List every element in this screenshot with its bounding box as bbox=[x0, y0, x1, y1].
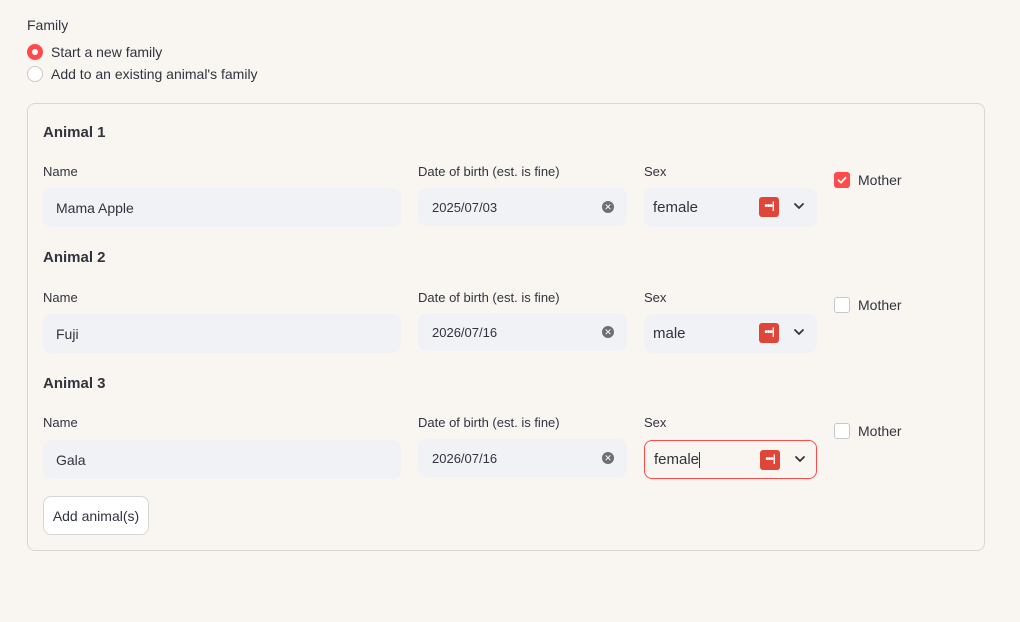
clear-icon[interactable]: ✕ bbox=[602, 452, 614, 464]
mother-label: Mother bbox=[858, 172, 902, 188]
mother-checkbox[interactable]: Mother bbox=[834, 297, 902, 313]
name-input[interactable]: Mama Apple bbox=[43, 188, 401, 227]
name-label: Name bbox=[43, 164, 78, 179]
mother-label: Mother bbox=[858, 423, 902, 439]
sex-label: Sex bbox=[644, 415, 667, 430]
dob-input[interactable]: 2025/07/03 ✕ bbox=[418, 188, 627, 226]
dob-label: Date of birth (est. is fine) bbox=[418, 164, 560, 179]
radio-label: Add to an existing animal's family bbox=[51, 66, 258, 82]
dob-label: Date of birth (est. is fine) bbox=[418, 290, 560, 305]
dob-input[interactable]: 2026/07/16 ✕ bbox=[418, 439, 627, 477]
mother-label: Mother bbox=[858, 297, 902, 313]
add-animals-button[interactable]: Add animal(s) bbox=[43, 496, 149, 535]
name-value: Gala bbox=[56, 451, 86, 468]
sex-value[interactable]: female bbox=[654, 451, 699, 468]
animal-title: Animal 3 bbox=[43, 375, 106, 392]
radio-label: Start a new family bbox=[51, 44, 163, 60]
animal-title: Animal 2 bbox=[43, 249, 106, 266]
name-label: Name bbox=[43, 415, 78, 430]
dob-value: 2025/07/03 bbox=[432, 199, 498, 215]
name-input[interactable]: Gala bbox=[43, 440, 401, 479]
name-value: Mama Apple bbox=[56, 199, 134, 216]
name-label: Name bbox=[43, 290, 78, 305]
radio-unselected-icon[interactable] bbox=[27, 66, 43, 82]
sex-select[interactable]: female •••| bbox=[644, 188, 817, 227]
text-caret bbox=[699, 451, 701, 468]
sex-label: Sex bbox=[644, 290, 667, 305]
dob-label: Date of birth (est. is fine) bbox=[418, 415, 560, 430]
radio-start-new-family[interactable]: Start a new family bbox=[27, 44, 162, 60]
dob-input[interactable]: 2026/07/16 ✕ bbox=[418, 313, 627, 351]
password-manager-icon[interactable]: •••| bbox=[759, 323, 779, 343]
sex-select[interactable]: male •••| bbox=[644, 314, 817, 353]
dob-value: 2026/07/16 bbox=[432, 324, 498, 340]
name-value: Fuji bbox=[56, 325, 79, 342]
clear-icon[interactable]: ✕ bbox=[602, 326, 614, 338]
mother-checkbox[interactable]: Mother bbox=[834, 423, 902, 439]
sex-select[interactable]: female •••| bbox=[644, 440, 817, 479]
name-input[interactable]: Fuji bbox=[43, 314, 401, 353]
animal-title: Animal 1 bbox=[43, 124, 106, 141]
chevron-down-icon[interactable] bbox=[792, 325, 806, 339]
sex-value: male bbox=[653, 325, 686, 342]
clear-icon[interactable]: ✕ bbox=[602, 201, 614, 213]
chevron-down-icon[interactable] bbox=[793, 452, 807, 466]
sex-label: Sex bbox=[644, 164, 667, 179]
mother-checkbox[interactable]: Mother bbox=[834, 172, 902, 188]
checkbox-unchecked-icon[interactable] bbox=[834, 297, 850, 313]
sex-value: female bbox=[653, 199, 699, 216]
dob-value: 2026/07/16 bbox=[432, 450, 498, 466]
password-manager-icon[interactable]: •••| bbox=[759, 197, 779, 217]
family-label: Family bbox=[27, 17, 69, 33]
checkbox-unchecked-icon[interactable] bbox=[834, 423, 850, 439]
radio-selected-icon[interactable] bbox=[27, 44, 43, 60]
password-manager-icon[interactable]: •••| bbox=[760, 450, 780, 470]
checkbox-checked-icon[interactable] bbox=[834, 172, 850, 188]
radio-add-existing-family[interactable]: Add to an existing animal's family bbox=[27, 66, 258, 82]
chevron-down-icon[interactable] bbox=[792, 199, 806, 213]
